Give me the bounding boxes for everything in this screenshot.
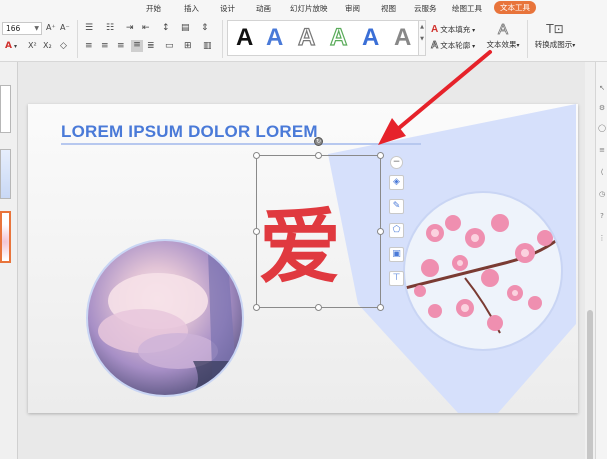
- menu-design[interactable]: 设计: [220, 3, 235, 14]
- resize-handle-bottom[interactable]: [315, 304, 322, 311]
- divider: [527, 20, 528, 58]
- font-color-button[interactable]: A: [5, 41, 12, 51]
- menu-review[interactable]: 审阅: [345, 3, 360, 14]
- divider: [77, 20, 78, 58]
- align-right-icon[interactable]: ≡: [117, 41, 125, 51]
- numbering-icon[interactable]: ☷: [106, 23, 114, 33]
- distribute-icon[interactable]: ≣: [147, 41, 155, 51]
- slide-thumbnail[interactable]: [0, 149, 11, 199]
- menu-view[interactable]: 视图: [381, 3, 396, 14]
- help-icon[interactable]: ?: [598, 212, 606, 220]
- resize-handle-right[interactable]: [377, 228, 384, 235]
- indent-icon[interactable]: ⇥: [126, 23, 134, 33]
- wordart-style-outline-green[interactable]: A: [329, 23, 348, 53]
- wordart-style-black[interactable]: A: [236, 23, 253, 53]
- text-outline-label: 文本轮廓: [440, 41, 471, 50]
- resize-handle-left[interactable]: [253, 228, 260, 235]
- shape-icon[interactable]: ◯: [598, 124, 606, 132]
- columns-icon[interactable]: ▤: [181, 23, 190, 33]
- slide-title[interactable]: LOREM IPSUM DOLOR LOREM: [61, 122, 318, 142]
- menu-bar: 开始 插入 设计 动画 幻灯片放映 审阅 视图 云服务 绘图工具 文本工具: [0, 0, 607, 16]
- title-underline: [61, 143, 421, 145]
- right-task-strip: ↖ ⚙ ◯ ≡ ⟨ ◷ ? ⋮: [595, 62, 607, 459]
- text-fill-button[interactable]: A 文本填充 ▾: [431, 24, 475, 35]
- menu-cloud[interactable]: 云服务: [414, 3, 437, 14]
- wordart-style-gray[interactable]: A: [394, 23, 411, 53]
- adjust-icon[interactable]: ≡: [598, 146, 606, 154]
- menu-text-tools[interactable]: 文本工具: [494, 1, 536, 14]
- resize-handle-bottom-left[interactable]: [253, 304, 260, 311]
- superscript-button[interactable]: X²: [28, 41, 37, 51]
- align-center-icon[interactable]: ≡: [101, 41, 109, 51]
- app-window: 开始 插入 设计 动画 幻灯片放映 审阅 视图 云服务 绘图工具 文本工具 16…: [0, 0, 607, 459]
- scrollbar-thumb[interactable]: [587, 310, 593, 459]
- resize-handle-top-left[interactable]: [253, 152, 260, 159]
- convert-diagram-icon: T⊡: [546, 22, 564, 36]
- shape-fill-icon[interactable]: ⬠: [389, 223, 404, 238]
- wordart-style-blue-bold[interactable]: A: [362, 23, 379, 53]
- bullets-icon[interactable]: ☰: [85, 23, 93, 33]
- menu-drawing-tools[interactable]: 绘图工具: [452, 3, 482, 14]
- convert-smartart-button[interactable]: T⊡ 转换成图示▾: [532, 22, 578, 50]
- slide-thumbnail[interactable]: [0, 85, 11, 133]
- justify-icon[interactable]: ≡: [131, 40, 143, 52]
- menu-home[interactable]: 开始: [146, 3, 161, 14]
- wordart-style-outline-gray[interactable]: A: [297, 23, 316, 53]
- text-box-icon[interactable]: ▭: [165, 41, 174, 51]
- more-icon[interactable]: ⋮: [598, 234, 606, 242]
- layers-icon[interactable]: ◈: [389, 175, 404, 190]
- vertical-scrollbar[interactable]: [585, 62, 595, 459]
- menu-animation[interactable]: 动画: [256, 3, 271, 14]
- wordart-gallery: A A A A A A: [227, 20, 419, 56]
- clock-icon[interactable]: ◷: [598, 190, 606, 198]
- resize-handle-top[interactable]: [315, 152, 322, 159]
- rotate-handle-icon[interactable]: ↻: [314, 137, 323, 146]
- properties-icon[interactable]: ⚙: [598, 104, 606, 112]
- text-fill-label: 文本填充: [440, 25, 471, 34]
- vertical-align-icon[interactable]: ⊞: [184, 41, 192, 51]
- text-outline-icon: A: [431, 40, 439, 52]
- font-size-value: 166: [6, 24, 21, 33]
- smart-icon[interactable]: ▥: [203, 41, 212, 51]
- frame-icon[interactable]: ▣: [389, 247, 404, 262]
- text-direction-icon[interactable]: ⇕: [201, 23, 209, 33]
- clear-format-icon[interactable]: ◇: [60, 41, 67, 51]
- chevron-down-icon: ▼: [34, 25, 39, 32]
- resize-handle-bottom-right[interactable]: [377, 304, 384, 311]
- text-outline-button[interactable]: A 文本轮廓 ▾: [431, 40, 476, 52]
- divider: [222, 20, 223, 58]
- pen-icon[interactable]: ✎: [389, 199, 404, 214]
- menu-insert[interactable]: 插入: [184, 3, 199, 14]
- share-icon[interactable]: ⟨: [598, 168, 606, 176]
- text-effect-icon: A: [497, 21, 509, 38]
- outdent-icon[interactable]: ⇤: [142, 23, 150, 33]
- select-icon[interactable]: ↖: [598, 84, 606, 92]
- wordart-style-blue[interactable]: A: [266, 23, 283, 53]
- gallery-scroll[interactable]: ▲ ▼: [418, 20, 426, 56]
- cherry-blossom-image[interactable]: [403, 191, 563, 351]
- rose-image[interactable]: [86, 239, 244, 397]
- selection-frame[interactable]: [256, 155, 381, 308]
- shrink-font-icon[interactable]: A⁻: [60, 23, 70, 33]
- chevron-down-icon[interactable]: ▾: [14, 42, 17, 52]
- collapse-icon[interactable]: −: [390, 156, 403, 169]
- line-spacing-icon[interactable]: ↕: [162, 23, 170, 33]
- text-effect-label: 文本效果: [486, 40, 517, 49]
- font-size-select[interactable]: 166 ▼: [2, 22, 42, 35]
- grow-font-icon[interactable]: A⁺: [46, 23, 56, 33]
- slide-thumbnails: [0, 62, 18, 459]
- convert-label: 转换成图示: [534, 40, 573, 49]
- text-effect-button[interactable]: A 文本效果▾: [484, 21, 522, 50]
- align-left-icon[interactable]: ≡: [85, 41, 93, 51]
- menu-slideshow[interactable]: 幻灯片放映: [290, 3, 328, 14]
- resize-handle-top-right[interactable]: [377, 152, 384, 159]
- text-fill-icon: A: [431, 24, 439, 35]
- subscript-button[interactable]: X₂: [43, 41, 52, 51]
- ribbon: 166 ▼ A⁺ A⁻ A ▾ X² X₂ ◇ ☰ ☷ ⇥ ⇤ ↕ ▤ ⇕ ≡ …: [0, 16, 607, 62]
- slide-thumbnail-selected[interactable]: [0, 211, 11, 263]
- cherry-blossom-branches: [405, 214, 561, 334]
- rose-petals: [98, 251, 238, 395]
- text-wrap-icon[interactable]: ⊤: [389, 271, 404, 286]
